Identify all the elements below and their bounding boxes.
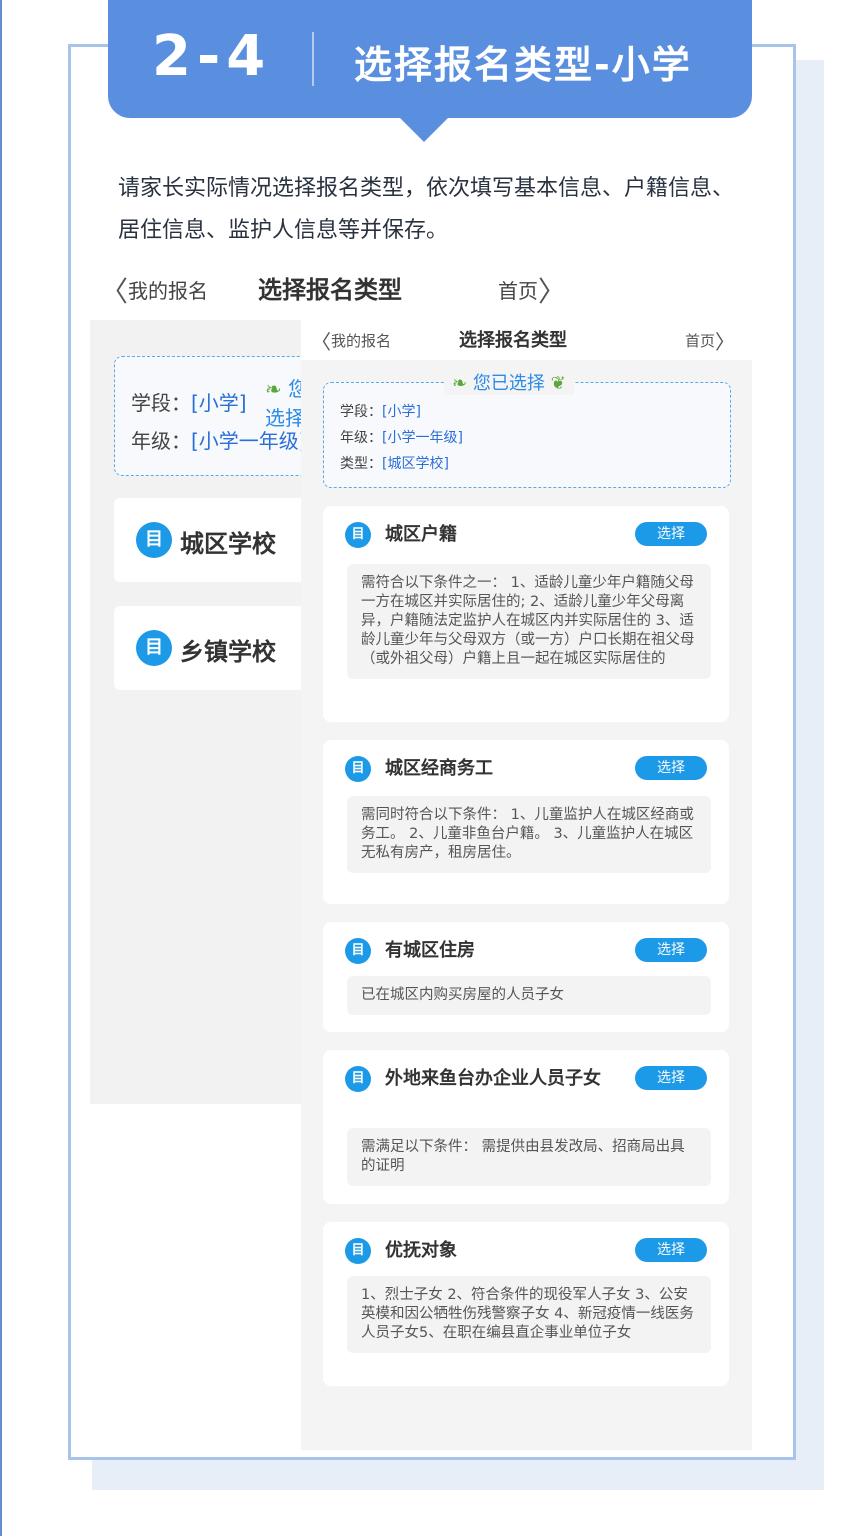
type-card-preferential: 目 优抚对象 选择 1、烈士子女 2、符合条件的现役军人子女 3、公安英模和因公… bbox=[323, 1222, 729, 1386]
leaf-icon: ❧ bbox=[265, 377, 282, 401]
step-number: 2-4 bbox=[152, 24, 272, 89]
select-button[interactable]: 选择 bbox=[635, 1066, 707, 1090]
fg-selected-row: 类型：[城区学校] bbox=[340, 456, 449, 472]
school-label: 乡镇学校 bbox=[180, 638, 276, 666]
fg-home-button[interactable]: 首页〉 bbox=[685, 326, 735, 355]
step-title: 选择报名类型-小学 bbox=[354, 43, 692, 87]
chevron-left-icon: 〈 bbox=[100, 275, 129, 308]
back-nav-home[interactable]: 首页〉 bbox=[498, 270, 566, 310]
bookmark-icon: 目 bbox=[136, 522, 172, 558]
home-label: 首页 bbox=[498, 279, 538, 303]
selected-header: ❧ 您已选择 bbox=[265, 377, 304, 430]
bookmark-icon: 目 bbox=[345, 522, 371, 548]
fg-selected-row: 年级：[小学一年级] bbox=[340, 430, 463, 446]
bookmark-icon: 目 bbox=[345, 1066, 371, 1092]
card-description: 1、烈士子女 2、符合条件的现役军人子女 3、公安英模和因公牺牲伤残警察子女 4… bbox=[347, 1276, 711, 1353]
step-banner: 2-4 选择报名类型-小学 bbox=[108, 0, 752, 118]
card-title: 优抚对象 bbox=[385, 1240, 457, 1261]
background-screen: ❧ 您已选择 学段：[小学] 年级：[小学一年级] 目 城区学校 目 乡镇学校 bbox=[90, 320, 304, 1104]
back-nav-title: 选择报名类型 bbox=[258, 276, 402, 304]
school-label: 城区学校 bbox=[180, 530, 276, 558]
bookmark-icon: 目 bbox=[345, 938, 371, 964]
fg-selected-summary: ❧ 您已选择 ❦ 学段：[小学] 年级：[小学一年级] 类型：[城区学校] bbox=[323, 369, 731, 488]
select-button[interactable]: 选择 bbox=[635, 938, 707, 962]
back-label: 我的报名 bbox=[128, 279, 209, 303]
fg-selected-header: ❧ 您已选择 ❦ bbox=[444, 369, 574, 395]
selected-row: 年级：[小学一年级] bbox=[131, 429, 304, 453]
bookmark-icon: 目 bbox=[345, 756, 371, 782]
fg-page-title: 选择报名类型 bbox=[459, 330, 567, 351]
type-card-urban-household: 目 城区户籍 选择 需符合以下条件之一： 1、适龄儿童少年户籍随父母一方在城区并… bbox=[323, 506, 729, 722]
select-button[interactable]: 选择 bbox=[635, 522, 707, 546]
school-option-town[interactable]: 目 乡镇学校 bbox=[114, 606, 304, 690]
fg-back-button[interactable]: 〈我的报名 bbox=[311, 326, 391, 355]
select-button[interactable]: 选择 bbox=[635, 1238, 707, 1262]
school-option-urban[interactable]: 目 城区学校 bbox=[114, 498, 304, 582]
leaf-icon: ❦ bbox=[550, 373, 566, 394]
banner-divider bbox=[312, 32, 314, 86]
select-button[interactable]: 选择 bbox=[635, 756, 707, 780]
intro-text: 请家长实际情况选择报名类型，依次填写基本信息、户籍信息、居住信息、监护人信息等并… bbox=[118, 176, 735, 243]
type-card-enterprise: 目 外地来鱼台办企业人员子女 选择 需满足以下条件： 需提供由县发改局、招商局出… bbox=[323, 1050, 729, 1204]
fg-nav-bar: 〈我的报名 选择报名类型 首页〉 bbox=[301, 320, 752, 360]
chevron-left-icon: 〈 bbox=[311, 330, 331, 354]
bookmark-icon: 目 bbox=[136, 630, 172, 666]
left-edge-line bbox=[0, 0, 2, 1536]
leaf-icon: ❧ bbox=[452, 373, 468, 394]
card-title: 城区户籍 bbox=[385, 524, 457, 545]
selected-row: 学段：[小学] bbox=[131, 391, 247, 415]
card-title: 有城区住房 bbox=[385, 940, 475, 961]
card-description: 已在城区内购买房屋的人员子女 bbox=[347, 976, 711, 1015]
card-title: 外地来鱼台办企业人员子女 bbox=[385, 1068, 601, 1089]
chevron-right-icon: 〉 bbox=[538, 275, 567, 308]
card-description: 需满足以下条件： 需提供由县发改局、招商局出具的证明 bbox=[347, 1128, 711, 1186]
type-card-housing: 目 有城区住房 选择 已在城区内购买房屋的人员子女 bbox=[323, 922, 729, 1032]
back-nav-back[interactable]: 〈我的报名 bbox=[100, 270, 208, 310]
foreground-screen: 〈我的报名 选择报名类型 首页〉 ❧ 您已选择 ❦ 学段：[小学] 年级：[小学… bbox=[301, 320, 752, 1450]
chevron-right-icon: 〉 bbox=[715, 330, 736, 354]
bookmark-icon: 目 bbox=[345, 1238, 371, 1264]
type-card-business: 目 城区经商务工 选择 需同时符合以下条件： 1、儿童监护人在城区经商或务工。 … bbox=[323, 740, 729, 904]
selected-summary: ❧ 您已选择 学段：[小学] 年级：[小学一年级] bbox=[114, 356, 304, 476]
fg-selected-row: 学段：[小学] bbox=[340, 404, 421, 420]
card-description: 需同时符合以下条件： 1、儿童监护人在城区经商或务工。 2、儿童非鱼台户籍。 3… bbox=[347, 796, 711, 873]
card-title: 城区经商务工 bbox=[385, 758, 493, 779]
banner-pointer bbox=[398, 116, 450, 142]
card-description: 需符合以下条件之一： 1、适龄儿童少年户籍随父母一方在城区并实际居住的; 2、适… bbox=[347, 564, 711, 679]
